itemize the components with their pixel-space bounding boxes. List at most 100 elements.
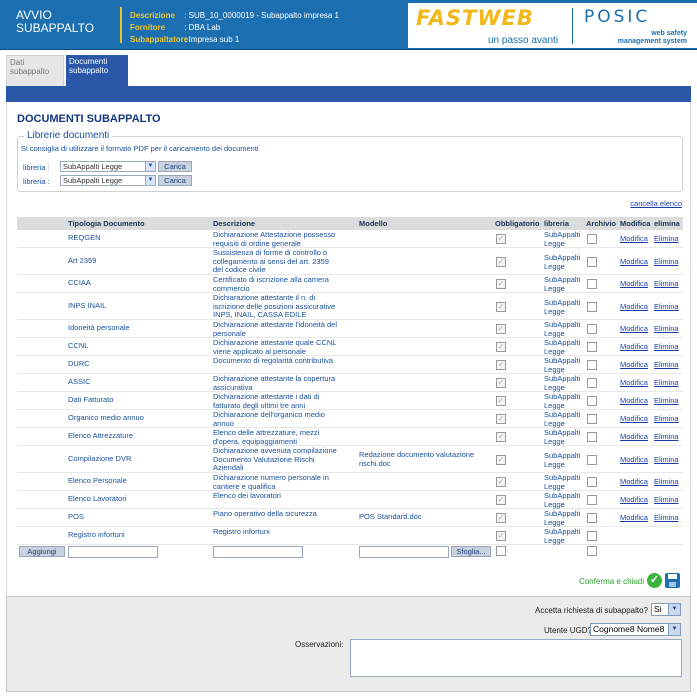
archivio-checkbox[interactable] xyxy=(587,455,597,465)
archivio-checkbox[interactable] xyxy=(587,414,597,424)
column-header: Obbligatorio xyxy=(495,219,540,228)
descrizione-input[interactable] xyxy=(213,546,303,558)
archivio-checkbox[interactable] xyxy=(587,378,597,388)
meta-row-subappaltatore: Subappaltatore : Impresa sub 1 xyxy=(130,34,339,46)
edit-link[interactable]: Modifica xyxy=(620,495,648,504)
edit-link[interactable]: Modifica xyxy=(620,234,648,243)
archivio-checkbox[interactable] xyxy=(587,531,597,541)
browse-button[interactable]: Sfoglia... xyxy=(451,546,491,557)
delete-link[interactable]: Elimina xyxy=(654,495,679,504)
delete-link[interactable]: Elimina xyxy=(654,414,679,423)
edit-link[interactable]: Modifica xyxy=(620,302,648,311)
edit-link[interactable]: Modifica xyxy=(620,432,648,441)
library-select[interactable]: SubAppalti Legge ▼ xyxy=(60,161,156,172)
edit-link[interactable]: Modifica xyxy=(620,378,648,387)
archivio-checkbox[interactable] xyxy=(587,360,597,370)
library-label: libreria : xyxy=(23,177,50,186)
archivio-checkbox[interactable] xyxy=(587,513,597,523)
modello-file-input[interactable] xyxy=(359,546,449,558)
edit-link[interactable]: Modifica xyxy=(620,477,648,486)
delete-link[interactable]: Elimina xyxy=(654,360,679,369)
edit-link[interactable]: Modifica xyxy=(620,455,648,464)
load-button[interactable]: Carica xyxy=(158,175,192,186)
cell-line: annuo xyxy=(213,418,234,428)
archivio-checkbox[interactable] xyxy=(587,324,597,334)
cancel-list-link[interactable]: cancella elenco xyxy=(630,199,682,208)
cell-line: commercio xyxy=(213,283,250,293)
cell-libreria: SubAppalti Legge xyxy=(544,392,586,410)
archivio-checkbox[interactable] xyxy=(587,257,597,267)
archivio-checkbox[interactable] xyxy=(587,234,597,244)
load-button[interactable]: Carica xyxy=(158,161,192,172)
cell-libreria: SubAppalti Legge xyxy=(544,320,586,338)
cell-libreria: SubAppalti Legge xyxy=(544,491,586,509)
library-select-value: SubAppalti Legge xyxy=(63,162,123,171)
delete-link[interactable]: Elimina xyxy=(654,477,679,486)
cell-line: Legge xyxy=(544,499,565,509)
save-icon[interactable] xyxy=(665,573,680,588)
cell-line: Aziendali xyxy=(213,463,244,472)
delete-link[interactable]: Elimina xyxy=(654,396,679,405)
archivio-checkbox[interactable] xyxy=(587,495,597,505)
cell-modello[interactable]: POS Standard.doc xyxy=(359,512,494,522)
delete-link[interactable]: Elimina xyxy=(654,513,679,522)
edit-link[interactable]: Modifica xyxy=(620,513,648,522)
column-header: Modifica xyxy=(620,219,651,228)
archivio-checkbox[interactable] xyxy=(587,546,597,556)
table-row: Elenco Attrezzature Elenco delle attrezza… xyxy=(17,428,683,446)
edit-link[interactable]: Modifica xyxy=(620,342,648,351)
column-header: Tipologia Documento xyxy=(68,219,145,228)
table-body: REQGEN Dichiarazione Attestazione possess… xyxy=(17,230,683,545)
meta-key: Fornitore xyxy=(130,23,166,32)
cell-line: Legge xyxy=(544,328,565,338)
edit-link[interactable]: Modifica xyxy=(620,324,648,333)
column-header: Modello xyxy=(359,219,388,228)
tab-dati-subappalto[interactable]: Dati subappalto xyxy=(6,55,64,87)
user-select[interactable]: Cognome8 Nome8 ▼ xyxy=(590,623,681,636)
library-label: libreria : xyxy=(23,163,50,172)
edit-link[interactable]: Modifica xyxy=(620,360,648,369)
edit-link[interactable]: Modifica xyxy=(620,279,648,288)
delete-link[interactable]: Elimina xyxy=(654,279,679,288)
delete-link[interactable]: Elimina xyxy=(654,302,679,311)
delete-link[interactable]: Elimina xyxy=(654,455,679,464)
cell-descrizione: Dichiarazione attestante quale CCNL viene… xyxy=(213,338,357,356)
archivio-checkbox[interactable] xyxy=(587,477,597,487)
tab-documenti-subappalto[interactable]: Documenti subappalto xyxy=(66,55,128,87)
main-panel: DOCUMENTI SUBAPPALTO Librerie documenti … xyxy=(6,102,691,596)
cell-libreria: SubAppalti Legge xyxy=(544,338,586,356)
edit-link[interactable]: Modifica xyxy=(620,414,648,423)
delete-link[interactable]: Elimina xyxy=(654,324,679,333)
edit-link[interactable]: Modifica xyxy=(620,257,648,266)
tipologia-input[interactable] xyxy=(68,546,158,558)
check-icon[interactable]: ✓ xyxy=(647,573,662,588)
archivio-checkbox[interactable] xyxy=(587,396,597,406)
obbligatorio-checkbox: ✓ xyxy=(496,477,506,487)
delete-link[interactable]: Elimina xyxy=(654,257,679,266)
notes-textarea[interactable] xyxy=(350,639,682,677)
edit-link[interactable]: Modifica xyxy=(620,396,648,405)
cell-line: Legge xyxy=(544,535,565,545)
cell-line: Legge xyxy=(544,459,565,469)
delete-link[interactable]: Elimina xyxy=(654,234,679,243)
add-button[interactable]: Aggiungi xyxy=(19,546,65,557)
column-header: elimina xyxy=(654,219,680,228)
table-row: Registro infortuni Registro infortuni ✓ Sub… xyxy=(17,527,683,545)
libraries-legend: Librerie documenti xyxy=(24,130,113,141)
archivio-checkbox[interactable] xyxy=(587,302,597,312)
table-row: Elenco Personale Dichiarazione numero per… xyxy=(17,473,683,491)
archivio-checkbox[interactable] xyxy=(587,432,597,442)
cell-line: Legge xyxy=(544,400,565,410)
cell-modello[interactable]: Redazione documento valutazione rischi.do… xyxy=(359,450,494,468)
delete-link[interactable]: Elimina xyxy=(654,432,679,441)
obbligatorio-checkbox[interactable] xyxy=(496,546,506,556)
archivio-checkbox[interactable] xyxy=(587,342,597,352)
delete-link[interactable]: Elimina xyxy=(654,378,679,387)
confirm-close-link[interactable]: Conferma e chiudi xyxy=(579,577,644,586)
archivio-checkbox[interactable] xyxy=(587,279,597,289)
delete-link[interactable]: Elimina xyxy=(654,342,679,351)
accept-select[interactable]: Si ▼ xyxy=(651,603,681,616)
cell-line: Legge xyxy=(544,364,565,374)
table-row: Organico medio annuo Dichiarazione dell'o… xyxy=(17,410,683,428)
library-select[interactable]: SubAppalti Legge ▼ xyxy=(60,175,156,186)
